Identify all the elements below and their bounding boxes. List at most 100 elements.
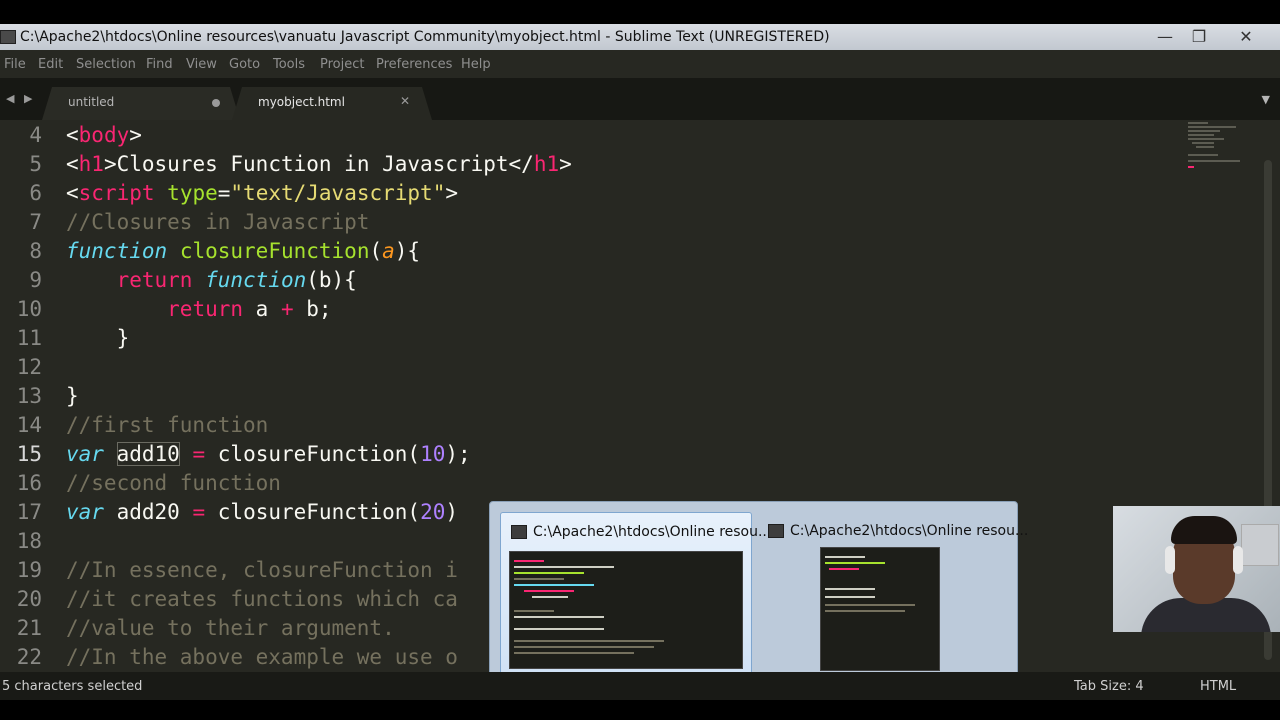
line-number: 22	[16, 645, 42, 669]
tab-untitled[interactable]: untitled	[42, 87, 240, 120]
line-number: 10	[16, 297, 42, 321]
line-number: 17	[16, 500, 42, 524]
status-bar: 5 characters selected Tab Size: 4 HTML	[0, 672, 1280, 700]
tag-name: script	[78, 181, 155, 205]
window-title: C:\Apache2\htdocs\Online resources\vanua…	[20, 29, 830, 45]
current-line-number: 15	[16, 442, 42, 466]
menu-view[interactable]: View	[186, 57, 217, 72]
operator: =	[192, 500, 206, 524]
line-number: 7	[29, 210, 42, 234]
tab-size-selector[interactable]: Tab Size: 4	[1074, 679, 1144, 694]
tag-name: h1	[78, 152, 104, 176]
preview-thumbnail-active[interactable]: C:\Apache2\htdocs\Online resou...	[500, 512, 771, 682]
close-button[interactable]: ✕	[1231, 28, 1261, 46]
person-hair	[1171, 516, 1237, 544]
tab-prev-arrow-icon[interactable]: ◀	[6, 92, 14, 105]
keyword: var	[66, 442, 104, 466]
code-line-20: //it creates functions which ca	[66, 587, 458, 611]
code-line-8: function closureFunction(a){	[66, 237, 420, 266]
line-number: 13	[16, 384, 42, 408]
attribute-value: "text/Javascript"	[230, 181, 446, 205]
minimize-button[interactable]: —	[1150, 28, 1180, 46]
attribute-name: type	[167, 181, 218, 205]
sublime-app-icon	[768, 524, 784, 538]
taskbar-window-preview: C:\Apache2\htdocs\Online resou... C:\Apa…	[489, 501, 1028, 692]
tag-bracket: >	[559, 152, 572, 176]
tag-bracket: >	[445, 181, 458, 205]
bottom-letterbox	[0, 700, 1280, 720]
headphone-left	[1165, 546, 1175, 574]
tag-name: body	[78, 123, 130, 147]
code-line-6: <script type="text/Javascript">	[66, 179, 458, 208]
code-line-16: //second function	[66, 471, 281, 495]
code-line-13: }	[66, 384, 79, 408]
paren: ){	[394, 239, 421, 263]
menu-help[interactable]: Help	[461, 57, 491, 72]
line-number: 18	[16, 529, 42, 553]
webcam-overlay	[1113, 506, 1280, 632]
equals: =	[217, 181, 231, 205]
line-number: 6	[29, 181, 42, 205]
identifier: a	[255, 297, 281, 321]
tag-bracket: <	[66, 152, 79, 176]
menu-project[interactable]: Project	[320, 57, 364, 72]
syntax-selector[interactable]: HTML	[1200, 679, 1236, 694]
line-number: 11	[16, 326, 42, 350]
menu-file[interactable]: File	[4, 57, 26, 72]
preview-title: C:\Apache2\htdocs\Online resou...	[790, 523, 1029, 539]
sublime-app-icon	[511, 525, 527, 539]
unsaved-dot-icon[interactable]	[212, 99, 220, 107]
code-line-5: <h1>Closures Function in Javascript</h1>	[66, 150, 572, 179]
code-line-14: //first function	[66, 413, 269, 437]
tab-list-dropdown-icon[interactable]: ▼	[1262, 93, 1270, 106]
tag-bracket: <	[66, 181, 79, 205]
brace: }	[116, 326, 130, 350]
line-number: 16	[16, 471, 42, 495]
preview-thumbnail[interactable]: C:\Apache2\htdocs\Online resou...	[758, 512, 1028, 680]
code-line-15: var add10 = closureFunction(10);	[66, 440, 471, 469]
tab-next-arrow-icon[interactable]: ▶	[24, 92, 32, 105]
selected-identifier: add10	[116, 442, 180, 466]
tag-bracket: >	[129, 123, 142, 147]
sublime-app-icon	[0, 30, 16, 44]
minimap[interactable]	[1186, 120, 1250, 180]
operator: +	[280, 297, 294, 321]
code-line-19: //In essence, closureFunction i	[66, 558, 458, 582]
keyword: function	[205, 268, 307, 292]
maximize-button[interactable]: ❐	[1184, 28, 1214, 46]
menu-selection[interactable]: Selection	[76, 57, 136, 72]
menu-find[interactable]: Find	[146, 57, 173, 72]
code-line-10: return a + b;	[66, 295, 332, 324]
parameter: a	[382, 239, 395, 263]
line-number: 20	[16, 587, 42, 611]
line-number: 19	[16, 558, 42, 582]
identifier: add20	[116, 500, 180, 524]
line-number: 8	[29, 239, 42, 263]
menu-edit[interactable]: Edit	[38, 57, 63, 72]
paren: (	[369, 239, 383, 263]
tab-label: myobject.html	[258, 95, 345, 109]
title-bar: C:\Apache2\htdocs\Online resources\vanua…	[0, 24, 1280, 50]
code-line-21: //value to their argument.	[66, 616, 395, 640]
tab-myobject-html[interactable]: myobject.html ✕	[232, 87, 432, 120]
line-number: 9	[29, 268, 42, 292]
code-rest: );	[445, 442, 471, 466]
identifier: b;	[293, 297, 332, 321]
menu-tools[interactable]: Tools	[273, 57, 305, 72]
selection-status: 5 characters selected	[2, 679, 143, 694]
line-number: 14	[16, 413, 42, 437]
line-number: 12	[16, 355, 42, 379]
code-line-22: //In the above example we use o	[66, 645, 458, 669]
code-line-11: }	[66, 324, 130, 353]
function-name: closureFunction	[179, 239, 370, 263]
tab-bar: ◀ ▶ untitled myobject.html ✕ ▼	[0, 78, 1280, 120]
code-rest: (b){	[306, 268, 357, 292]
close-tab-icon[interactable]: ✕	[400, 94, 410, 108]
keyword: var	[66, 500, 104, 524]
keyword-return: return	[167, 297, 244, 321]
menu-preferences[interactable]: Preferences	[376, 57, 452, 72]
menu-goto[interactable]: Goto	[229, 57, 260, 72]
background-shelf	[1241, 524, 1279, 566]
heading-text: >Closures Function in Javascript</	[103, 152, 534, 176]
code-rest: )	[445, 500, 459, 524]
